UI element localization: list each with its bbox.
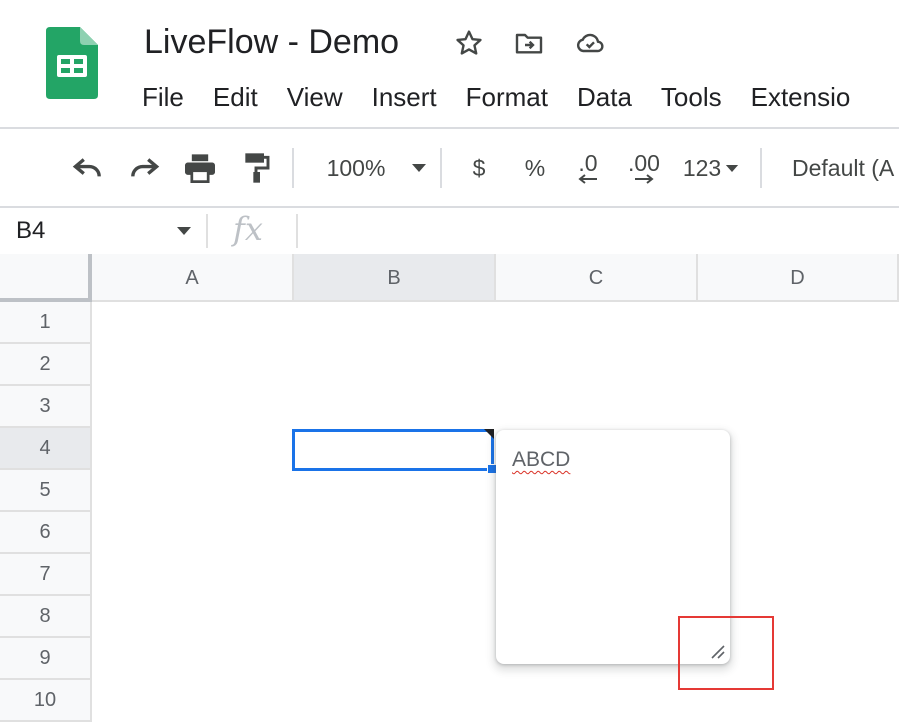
undo-icon[interactable] [70, 148, 106, 188]
chevron-down-icon [726, 164, 739, 172]
header-divider [0, 127, 899, 129]
zoom-select[interactable]: 100% [322, 148, 432, 188]
row-header-2[interactable]: 2 [0, 344, 92, 386]
row-header-6[interactable]: 6 [0, 512, 92, 554]
currency-label: $ [472, 154, 486, 181]
menu-tools[interactable]: Tools [661, 78, 722, 116]
menu-file[interactable]: File [142, 78, 184, 116]
chevron-down-icon [412, 164, 427, 172]
highlight-box [678, 616, 774, 690]
paint-format-icon[interactable] [240, 148, 272, 188]
column-header-c[interactable]: C [496, 254, 698, 302]
row-header-10[interactable]: 10 [0, 680, 92, 722]
row-header-3[interactable]: 3 [0, 386, 92, 428]
document-title[interactable]: LiveFlow - Demo [144, 20, 399, 64]
print-icon[interactable] [182, 148, 218, 188]
row-header-7[interactable]: 7 [0, 554, 92, 596]
selected-cell-b4[interactable] [292, 429, 494, 471]
menu-insert[interactable]: Insert [372, 78, 437, 116]
row-header-1[interactable]: 1 [0, 302, 92, 344]
move-to-folder-icon[interactable] [512, 26, 546, 60]
percent-label: % [524, 154, 546, 181]
chevron-down-icon[interactable] [176, 223, 192, 241]
name-box[interactable]: B4 [16, 214, 45, 248]
formula-bar: B4 fx [0, 208, 899, 254]
star-icon[interactable] [452, 26, 486, 60]
increase-decimal-button[interactable]: .00 [622, 148, 666, 188]
decrease-decimal-button[interactable]: .0 [568, 148, 608, 188]
toolbar-separator [292, 148, 294, 188]
note-indicator [484, 429, 494, 439]
note-text[interactable]: ABCD [512, 448, 570, 472]
row-header-4[interactable]: 4 [0, 428, 92, 470]
zoom-value: 100% [326, 154, 386, 181]
formula-separator [206, 214, 208, 248]
toolbar-separator [440, 148, 442, 188]
menu-format[interactable]: Format [466, 78, 548, 116]
row-header-9[interactable]: 9 [0, 638, 92, 680]
increase-decimal-label: .00 [628, 150, 660, 176]
column-header-b[interactable]: B [294, 254, 496, 302]
percent-format-button[interactable]: % [520, 148, 550, 188]
select-all-corner[interactable] [0, 254, 92, 302]
fx-icon: fx [233, 210, 263, 248]
arrow-left-icon [578, 174, 597, 184]
toolbar: 100% $ % .0 .00 123 Default (A [0, 130, 899, 206]
column-header-d[interactable]: D [698, 254, 899, 302]
font-select[interactable]: Default (A [792, 148, 899, 188]
menu-extensions[interactable]: Extensio [751, 78, 851, 116]
formula-separator [296, 214, 298, 248]
arrow-right-icon [635, 174, 654, 184]
more-formats-button[interactable]: 123 [678, 148, 744, 188]
row-header-5[interactable]: 5 [0, 470, 92, 512]
menu-bar: File Edit View Insert Format Data Tools … [142, 78, 879, 116]
cloud-saved-icon[interactable] [573, 26, 607, 60]
column-header-a[interactable]: A [92, 254, 294, 302]
font-name: Default (A [792, 154, 895, 181]
spreadsheet-grid: A B C D 1 2 3 4 5 6 7 8 9 10 ABCD [0, 254, 899, 722]
toolbar-separator [760, 148, 762, 188]
redo-icon[interactable] [126, 148, 162, 188]
decrease-decimal-label: .0 [578, 150, 598, 176]
menu-data[interactable]: Data [577, 78, 632, 116]
menu-view[interactable]: View [287, 78, 343, 116]
sheets-logo-icon[interactable] [46, 27, 98, 99]
menu-edit[interactable]: Edit [213, 78, 258, 116]
number-format-label: 123 [682, 154, 722, 181]
row-header-8[interactable]: 8 [0, 596, 92, 638]
currency-format-button[interactable]: $ [464, 148, 494, 188]
